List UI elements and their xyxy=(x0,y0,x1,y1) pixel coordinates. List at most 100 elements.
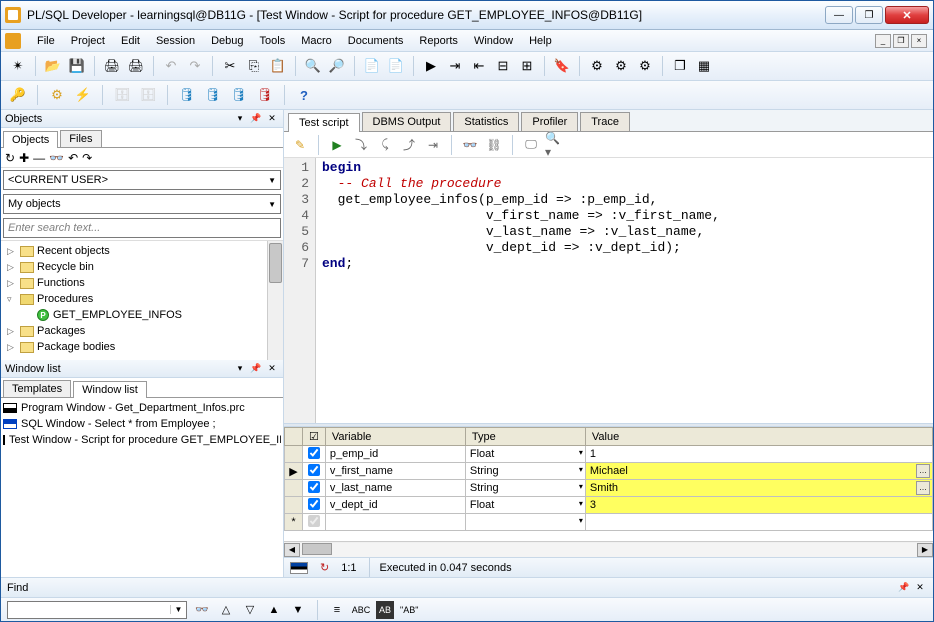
mdi-restore-button[interactable]: ❐ xyxy=(893,34,909,48)
find-ab-quote[interactable]: "AB" xyxy=(400,601,418,619)
cascade-icon[interactable]: ❐ xyxy=(669,55,691,77)
step-out-icon[interactable]: ⤴ xyxy=(399,135,419,155)
editor-tab-test-script[interactable]: Test script xyxy=(288,113,360,132)
gear-icon[interactable]: ⚙ xyxy=(46,84,68,106)
files-tab[interactable]: Files xyxy=(60,130,101,147)
run-icon[interactable]: ▶ xyxy=(327,135,347,155)
tile-icon[interactable]: ▦ xyxy=(693,55,715,77)
type-dropdown-icon[interactable]: ▾ xyxy=(579,482,583,491)
type-dropdown-icon[interactable]: ▾ xyxy=(579,448,583,457)
tree-item[interactable]: ▷Recycle bin xyxy=(3,259,265,275)
find-next-icon[interactable]: ▽ xyxy=(241,601,259,619)
windowlist-item[interactable]: SQL Window - Select * from Employee ; xyxy=(3,416,281,432)
db2-icon[interactable]: 🗄 xyxy=(137,84,159,106)
cut-icon[interactable]: ✂ xyxy=(219,55,241,77)
variable-row[interactable]: p_emp_idFloat▾1 xyxy=(285,446,933,463)
value-ellipsis-button[interactable]: … xyxy=(916,481,930,495)
uncomment-icon[interactable]: ⊞ xyxy=(516,55,538,77)
beautify-icon[interactable]: ✎ xyxy=(290,135,310,155)
tree-toggle-icon[interactable]: ▷ xyxy=(7,246,17,257)
code-content[interactable]: begin -- Call the procedure get_employee… xyxy=(316,158,726,423)
variable-checkbox[interactable] xyxy=(308,447,320,459)
remove-icon[interactable]: — xyxy=(33,151,45,165)
undo-icon[interactable]: ↶ xyxy=(160,55,182,77)
rollback-icon[interactable]: 🛢 xyxy=(202,84,224,106)
indent-icon[interactable]: ⇥ xyxy=(444,55,466,77)
open-icon[interactable]: 📂 xyxy=(42,55,64,77)
variable-name-cell[interactable]: v_dept_id xyxy=(325,497,465,514)
type-dropdown-icon[interactable]: ▾ xyxy=(579,499,583,508)
run-to-icon[interactable]: ⇥ xyxy=(423,135,443,155)
editor-tab-trace[interactable]: Trace xyxy=(580,112,630,131)
chain-icon[interactable]: ⛓ xyxy=(484,135,504,155)
menu-session[interactable]: Session xyxy=(148,33,203,49)
tree-toggle-icon[interactable]: ▷ xyxy=(7,342,17,353)
explain-icon[interactable]: 📄 xyxy=(361,55,383,77)
menu-debug[interactable]: Debug xyxy=(203,33,251,49)
bookmark-icon[interactable]: 🔖 xyxy=(551,55,573,77)
panel-pin-icon[interactable]: 📌 xyxy=(249,362,263,376)
editor-tab-statistics[interactable]: Statistics xyxy=(453,112,519,131)
find-next-icon[interactable]: 🔎 xyxy=(326,55,348,77)
paste-icon[interactable]: 📋 xyxy=(267,55,289,77)
sql-icon[interactable]: 🛢 xyxy=(228,84,250,106)
tool3-icon[interactable]: ⚙ xyxy=(634,55,656,77)
find-input[interactable]: ▼ xyxy=(7,601,187,619)
variable-checkbox[interactable] xyxy=(308,464,320,476)
variables-grid[interactable]: ☑VariableTypeValuep_emp_idFloat▾1▶v_firs… xyxy=(284,427,933,541)
db1-icon[interactable]: 🗄 xyxy=(111,84,133,106)
menu-documents[interactable]: Documents xyxy=(340,33,412,49)
step-over-icon[interactable]: ⤵ xyxy=(351,135,371,155)
object-search-input[interactable]: Enter search text... xyxy=(3,218,281,238)
menu-file[interactable]: File xyxy=(29,33,63,49)
flash-icon[interactable]: ⚡ xyxy=(72,84,94,106)
scroll-left-icon[interactable]: ◀ xyxy=(284,543,300,557)
commit-icon[interactable]: 🛢 xyxy=(176,84,198,106)
find-abc-icon[interactable]: ABC xyxy=(352,601,370,619)
nav-fwd-icon[interactable]: ↷ xyxy=(82,151,92,165)
redo-icon[interactable]: ↷ xyxy=(184,55,206,77)
variable-row[interactable]: v_dept_idFloat▾3 xyxy=(285,497,933,514)
find-list-icon[interactable]: ≡ xyxy=(328,601,346,619)
copy-icon[interactable]: ⎘ xyxy=(243,55,265,77)
find-abc2-icon[interactable]: AB xyxy=(376,601,394,619)
close-button[interactable]: ✕ xyxy=(885,6,929,24)
tree-item[interactable]: PGET_EMPLOYEE_INFOS xyxy=(3,307,265,323)
screen-icon[interactable]: 🖵 xyxy=(521,135,541,155)
glasses-icon[interactable]: 👓 xyxy=(460,135,480,155)
tree-item[interactable]: ▷Recent objects xyxy=(3,243,265,259)
outdent-icon[interactable]: ⇤ xyxy=(468,55,490,77)
tree-toggle-icon[interactable]: ▷ xyxy=(7,278,17,289)
tree-toggle-icon[interactable]: ▷ xyxy=(7,326,17,337)
tool2-icon[interactable]: ⚙ xyxy=(610,55,632,77)
find-last-icon[interactable]: ▼ xyxy=(289,601,307,619)
variable-name-cell[interactable]: v_first_name xyxy=(325,463,465,480)
variable-type-cell[interactable]: String▾ xyxy=(465,480,585,497)
variable-value-cell[interactable]: Smith… xyxy=(585,480,932,497)
variable-value-cell[interactable]: Michael… xyxy=(585,463,932,480)
tree-toggle-icon[interactable]: ▷ xyxy=(7,262,17,273)
panel-pin-icon[interactable]: 📌 xyxy=(897,581,911,595)
tree-scrollbar[interactable] xyxy=(267,241,283,360)
type-dropdown-icon[interactable]: ▾ xyxy=(579,516,583,525)
break-icon[interactable]: 🛢 xyxy=(254,84,276,106)
find-prev-icon[interactable]: △ xyxy=(217,601,235,619)
code-editor[interactable]: 1234567 begin -- Call the procedure get_… xyxy=(284,158,933,423)
variable-row[interactable]: v_last_nameString▾Smith… xyxy=(285,480,933,497)
tree-toggle-icon[interactable]: ▿ xyxy=(7,294,17,305)
variable-name-cell[interactable]: v_last_name xyxy=(325,480,465,497)
menu-help[interactable]: Help xyxy=(521,33,560,49)
user-combo[interactable]: <CURRENT USER> ▼ xyxy=(3,170,281,190)
find-first-icon[interactable]: ▲ xyxy=(265,601,283,619)
panel-close-icon[interactable]: ✕ xyxy=(265,362,279,376)
objects-tab[interactable]: Objects xyxy=(3,131,58,148)
menu-edit[interactable]: Edit xyxy=(113,33,148,49)
tool1-icon[interactable]: ⚙ xyxy=(586,55,608,77)
variable-type-cell[interactable]: String▾ xyxy=(465,463,585,480)
editor-tab-dbms-output[interactable]: DBMS Output xyxy=(362,112,452,131)
column-header[interactable]: Variable xyxy=(325,428,465,446)
step-into-icon[interactable]: ⤹ xyxy=(375,135,395,155)
variable-value-cell[interactable]: 1 xyxy=(585,446,932,463)
templates-tab[interactable]: Templates xyxy=(3,380,71,397)
menu-window[interactable]: Window xyxy=(466,33,521,49)
